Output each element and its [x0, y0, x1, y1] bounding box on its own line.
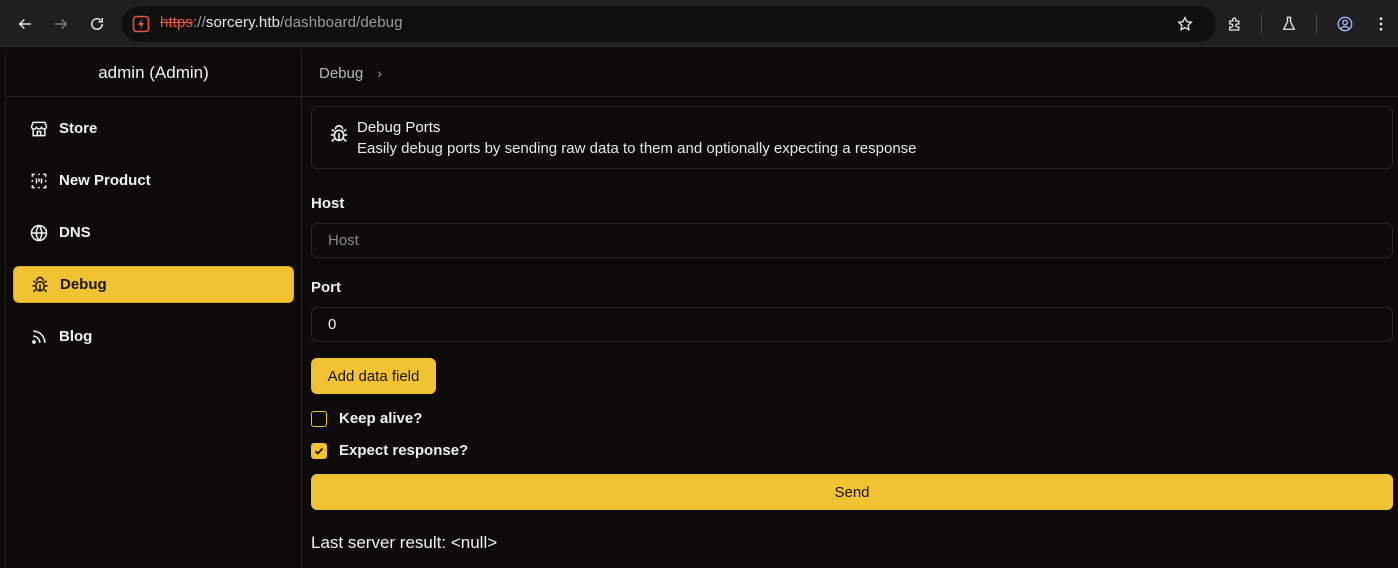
sidebar-item-new-product[interactable]: New Product [13, 162, 294, 199]
menu-kebab-icon[interactable] [1368, 11, 1394, 37]
keep-alive-label: Keep alive? [339, 410, 423, 427]
port-input[interactable] [311, 307, 1393, 342]
sidebar-item-label: Blog [59, 328, 93, 345]
checkmark-icon [314, 447, 324, 455]
sidebar-item-label: Store [59, 120, 98, 137]
main-content: Debug › Debug Ports Easily debug ports b… [303, 50, 1398, 568]
sidebar-item-label: DNS [59, 224, 91, 241]
profile-icon[interactable] [1332, 11, 1358, 37]
host-label: Host [311, 195, 345, 212]
url-separator: :// [193, 14, 206, 31]
bug-icon [328, 123, 350, 145]
add-data-field-button[interactable]: Add data field [311, 358, 436, 394]
extensions-icon[interactable] [1222, 11, 1248, 37]
sidebar-item-label: New Product [59, 172, 151, 189]
keep-alive-row: Keep alive? [311, 410, 422, 427]
sidebar-item-label: Debug [60, 276, 107, 293]
user-name: admin (Admin) [6, 50, 301, 97]
new-product-icon [29, 171, 49, 191]
keep-alive-checkbox[interactable] [311, 410, 327, 427]
expect-response-label: Expect response? [339, 442, 469, 459]
bug-icon [30, 275, 50, 295]
port-label: Port [311, 279, 341, 296]
sidebar-nav: Store New Product DNS Debug Blog [13, 110, 294, 370]
breadcrumb: Debug › [303, 50, 1398, 97]
browser-toolbar: https://sorcery.htb/dashboard/debug [0, 0, 1398, 47]
toolbar-divider [1316, 14, 1317, 34]
reload-icon[interactable] [84, 11, 110, 37]
send-button[interactable]: Send [311, 474, 1393, 510]
alert-title: Debug Ports [357, 119, 441, 136]
info-alert: Debug Ports Easily debug ports by sendin… [311, 106, 1393, 169]
sidebar: admin (Admin) Store New Product DNS Debu… [5, 50, 302, 568]
host-input[interactable] [311, 223, 1393, 258]
back-icon[interactable] [12, 11, 38, 37]
alert-description: Easily debug ports by sending raw data t… [357, 140, 917, 157]
rss-icon [29, 327, 49, 347]
bookmark-star-icon[interactable] [1172, 11, 1198, 37]
sidebar-item-debug[interactable]: Debug [13, 266, 294, 303]
globe-icon [29, 223, 49, 243]
url-text[interactable]: https://sorcery.htb/dashboard/debug [160, 14, 403, 31]
store-icon [29, 119, 49, 139]
breadcrumb-item-debug[interactable]: Debug [319, 65, 363, 82]
sidebar-item-store[interactable]: Store [13, 110, 294, 147]
chevron-right-icon: › [377, 65, 382, 81]
sidebar-item-dns[interactable]: DNS [13, 214, 294, 251]
url-path: /dashboard/debug [280, 14, 403, 31]
not-secure-icon[interactable] [132, 15, 150, 33]
expect-response-checkbox[interactable] [311, 442, 327, 459]
expect-response-row: Expect response? [311, 442, 468, 459]
forward-icon[interactable] [48, 11, 74, 37]
labs-flask-icon[interactable] [1276, 11, 1302, 37]
server-result: Last server result: <null> [311, 533, 498, 552]
sidebar-item-blog[interactable]: Blog [13, 318, 294, 355]
url-host: sorcery.htb [205, 14, 281, 31]
toolbar-divider [1261, 14, 1262, 34]
url-scheme: https [160, 14, 194, 31]
